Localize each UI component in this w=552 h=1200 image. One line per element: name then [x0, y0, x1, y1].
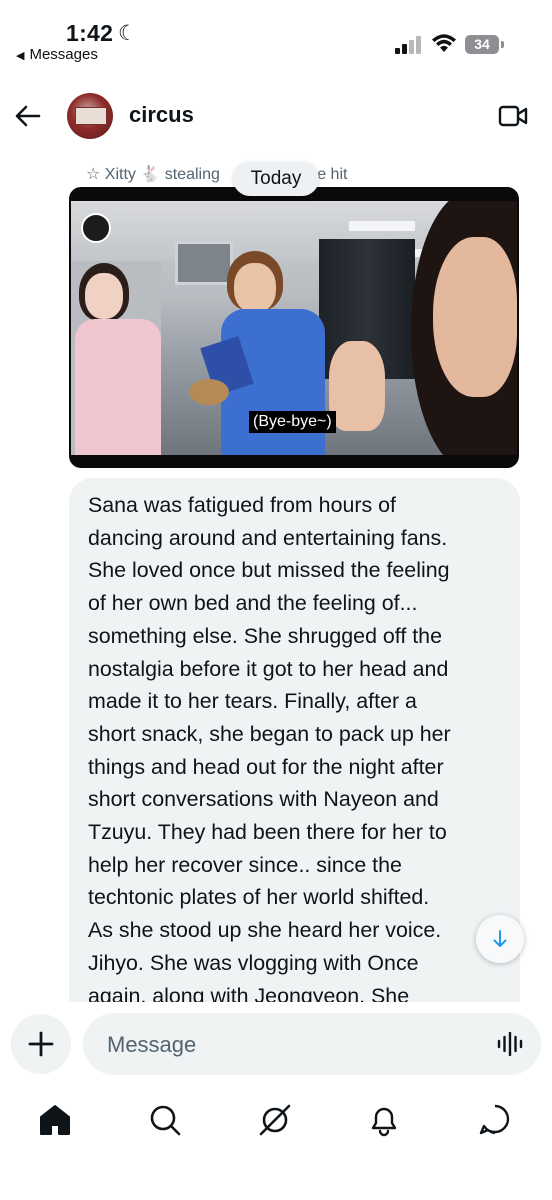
notifications-icon[interactable] — [364, 1100, 404, 1140]
reply-preview-text: ☆ Xitty 🐇 stealing — [86, 166, 220, 183]
video-attachment[interactable]: (Bye-bye~) — [69, 187, 519, 468]
message-input[interactable] — [105, 1013, 479, 1077]
back-to-app-link[interactable]: ◀ Messages — [16, 46, 98, 63]
search-icon[interactable] — [145, 1100, 185, 1140]
clock: 1:42 — [66, 20, 114, 46]
status-bar: 1:42 ☾ ◀ Messages 34 — [0, 0, 552, 70]
battery-icon: 34 — [465, 35, 499, 54]
channel-logo — [81, 213, 111, 243]
home-icon[interactable] — [35, 1100, 75, 1140]
avatar-image — [75, 107, 107, 125]
message-bubble[interactable]: Sana was fatigued from hours of dancing … — [69, 478, 520, 1002]
date-divider: Today — [233, 162, 319, 196]
back-arrow-icon[interactable] — [14, 102, 42, 130]
group-avatar[interactable] — [67, 93, 113, 139]
grok-icon[interactable] — [255, 1100, 295, 1140]
battery-nub — [501, 41, 504, 48]
add-attachment-button[interactable] — [11, 1014, 71, 1074]
video-subtitle: (Bye-bye~) — [249, 411, 336, 433]
message-composer — [83, 1013, 541, 1077]
video-frame: (Bye-bye~) — [71, 201, 517, 455]
battery-level: 34 — [474, 36, 490, 52]
chat-title[interactable]: circus — [129, 102, 194, 128]
voice-message-icon[interactable] — [497, 1032, 523, 1056]
messages-icon[interactable] — [475, 1100, 515, 1140]
bottom-navigation — [0, 1090, 552, 1150]
message-text: Sana was fatigued from hours of dancing … — [88, 493, 451, 1002]
chat-header: circus — [0, 86, 552, 146]
scroll-to-bottom-button[interactable] — [476, 915, 524, 963]
video-call-icon[interactable] — [498, 104, 528, 128]
cellular-signal-icon — [395, 36, 425, 54]
back-app-label: Messages — [29, 46, 98, 63]
wifi-icon — [432, 34, 456, 52]
back-triangle-icon: ◀ — [16, 50, 25, 62]
focus-moon-icon: ☾ — [118, 22, 137, 45]
